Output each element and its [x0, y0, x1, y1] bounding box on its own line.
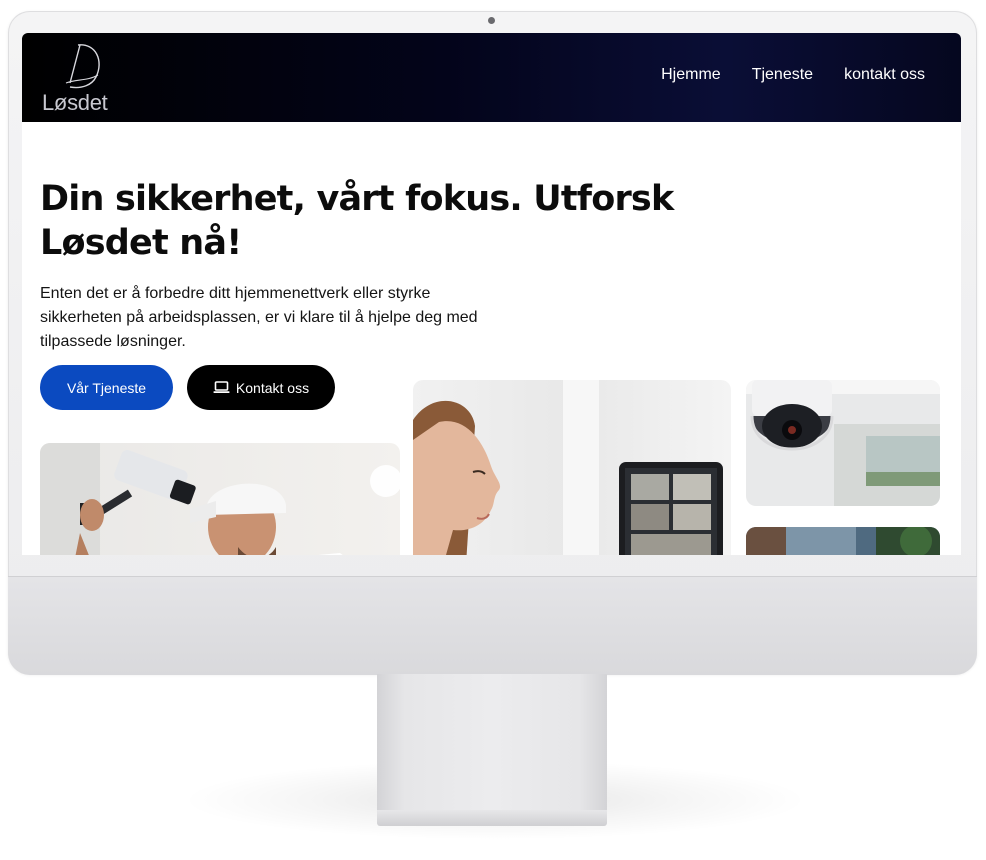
contact-button[interactable]: Kontakt oss — [187, 365, 335, 410]
brand-logo[interactable]: Løsdet — [40, 37, 120, 117]
hero-description: Enten det er å forbedre ditt hjemmenettv… — [40, 285, 478, 350]
signature-d-logo-icon — [65, 44, 100, 89]
monitor-stand-foot — [377, 810, 607, 826]
navbar: Løsdet Hjemme Tjeneste kontakt oss — [22, 33, 961, 122]
dome-camera-photo — [746, 380, 940, 506]
laptop-icon — [213, 381, 230, 393]
office-interior-photo — [746, 527, 940, 555]
nav-menu: Hjemme Tjeneste kontakt oss — [661, 66, 925, 84]
hero-title: Din sikkerhet, vårt fokus. Utforsk Løsde… — [40, 179, 674, 263]
webcam-dot — [488, 17, 495, 24]
installer-photo — [40, 443, 400, 555]
contact-button-label: Kontakt oss — [235, 379, 310, 396]
services-button-label: Vår Tjeneste — [66, 379, 147, 396]
brand-name: Løsdet — [42, 90, 108, 115]
services-button[interactable]: Vår Tjeneste — [40, 365, 173, 410]
nav-link-hjemme[interactable]: Hjemme — [661, 66, 721, 84]
nav-link-kontakt-oss[interactable]: kontakt oss — [844, 66, 925, 84]
monitor-stand — [377, 674, 607, 812]
monitor-chin — [8, 576, 977, 675]
woman-tablet-photo — [413, 380, 731, 555]
website-screen: Løsdet Hjemme Tjeneste kontakt oss Din s… — [22, 33, 961, 555]
nav-link-tjeneste[interactable]: Tjeneste — [752, 66, 813, 84]
